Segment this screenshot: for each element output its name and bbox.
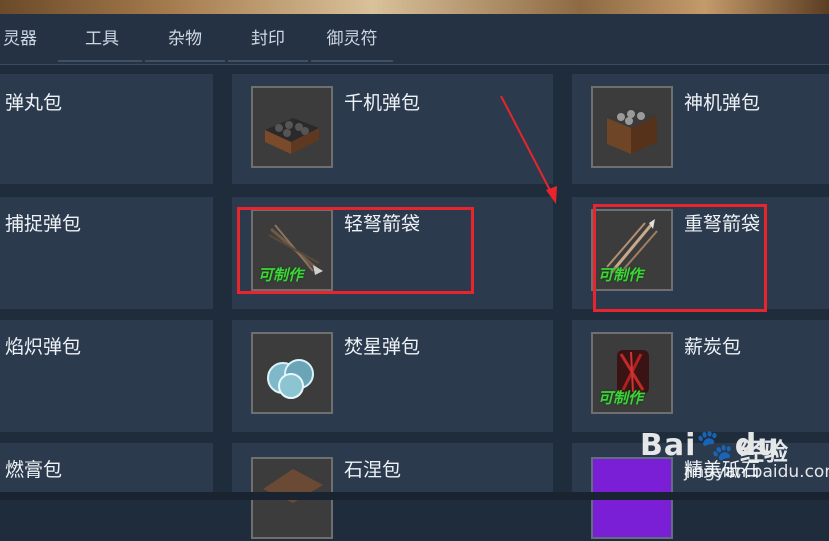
baidu-jingyan-watermark: Bai🐾du 经验 jingyan.baidu.com bbox=[640, 410, 829, 500]
paw-icon: 🐾 bbox=[696, 428, 735, 463]
watermark-url: jingyan.baidu.com bbox=[684, 462, 829, 482]
